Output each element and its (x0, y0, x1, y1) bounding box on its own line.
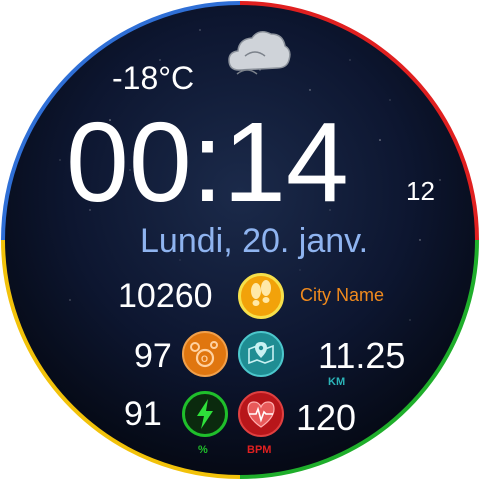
battery-value: 91 (124, 395, 162, 433)
cloudy-icon (228, 31, 291, 75)
svg-text:O: O (201, 354, 208, 364)
steps-value: 10260 (118, 277, 213, 315)
lightning-icon[interactable] (182, 391, 228, 437)
distance-value: 11.25 (318, 335, 406, 376)
city-name-label: City Name (300, 285, 385, 305)
lightning-glyph (197, 399, 213, 429)
time-seconds: 12 (406, 176, 435, 206)
footsteps-glyph (251, 280, 271, 306)
heart-rate-value: 120 (296, 397, 357, 438)
oxygen-value: 97 (134, 337, 172, 375)
battery-unit: % (198, 444, 208, 456)
map-pin-glyph (248, 342, 274, 365)
date-text: Lundi, 20. janv. (140, 222, 369, 260)
o2-icon[interactable]: O (182, 331, 228, 377)
temperature-text: -18°C (112, 60, 195, 96)
time-hours-minutes: 00:14 (66, 99, 349, 225)
map-pin-icon[interactable] (238, 331, 284, 377)
heart-rate-unit: BPM (247, 444, 272, 456)
footsteps-icon[interactable] (238, 273, 284, 319)
o2-glyph: O (190, 341, 218, 368)
heart-glyph (247, 401, 275, 428)
watch-face: -18°C 00:14 12 Lundi, 20. janv. 10260 Ci… (0, 0, 480, 480)
distance-unit: KM (328, 376, 346, 388)
heart-icon[interactable] (238, 391, 284, 437)
